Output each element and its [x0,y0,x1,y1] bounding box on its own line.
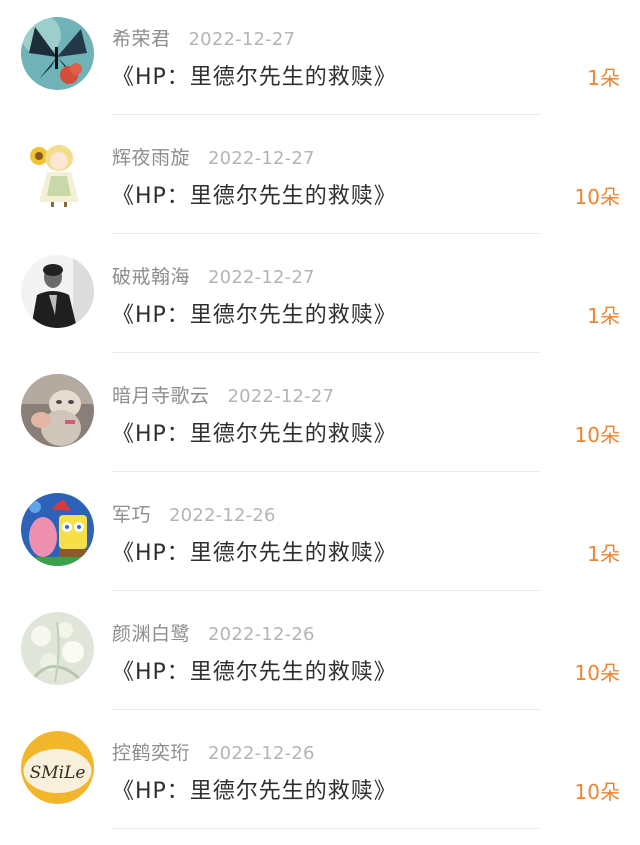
smile-avatar[interactable]: SMiLe [21,731,94,804]
anime-girl-avatar[interactable] [21,136,94,209]
book-title: 《HP：里德尔先生的救赎》 [112,303,397,328]
book-title: 《HP：里德尔先生的救赎》 [112,184,397,209]
cartoon-avatar[interactable] [21,493,94,566]
user-name: 颜渊白鹭 2022-12-26 [112,623,315,645]
gift-date: 2022-12-26 [169,505,276,526]
gift-amount: 10朵 [574,661,620,685]
list-item[interactable]: 颜渊白鹭 2022-12-26 《HP：里德尔先生的救赎》 10朵 [0,595,640,714]
smile-logo-text: SMiLe [30,763,86,783]
user-name: 控鹤奕珩 2022-12-26 [112,742,315,764]
divider [112,471,540,472]
gift-list: 希荣君 2022-12-27 《HP：里德尔先生的救赎》 1朵 辉夜雨旋 2022-… [0,0,640,845]
list-item[interactable]: SMiLe 控鹤奕珩 2022-12-26 《HP：里德尔先生的救赎》 10朵 [0,714,640,833]
book-title: 《HP：里德尔先生的救赎》 [112,65,397,90]
gift-date: 2022-12-27 [188,29,296,50]
gift-amount: 10朵 [574,185,620,209]
gift-date: 2022-12-27 [208,148,315,169]
divider [112,114,540,115]
gift-amount: 1朵 [587,304,620,328]
list-item[interactable]: 辉夜雨旋 2022-12-27 《HP：里德尔先生的救赎》 10朵 [0,119,640,238]
divider [112,352,540,353]
divider [112,709,540,710]
gift-date: 2022-12-27 [208,267,315,288]
book-title: 《HP：里德尔先生的救赎》 [112,422,397,447]
user-name: 辉夜雨旋 2022-12-27 [112,147,315,169]
man-portrait-avatar[interactable] [21,255,94,328]
divider [112,590,540,591]
list-item[interactable]: 军巧 2022-12-26 《HP：里德尔先生的救赎》 1朵 [0,476,640,595]
flowers-avatar[interactable] [21,612,94,685]
divider [112,233,540,234]
list-item[interactable]: 希荣君 2022-12-27 《HP：里德尔先生的救赎》 1朵 [0,0,640,119]
butterfly-avatar[interactable] [21,17,94,90]
book-title: 《HP：里德尔先生的救赎》 [112,660,397,685]
list-item[interactable]: 破戒翰海 2022-12-27 《HP：里德尔先生的救赎》 1朵 [0,238,640,357]
book-title: 《HP：里德尔先生的救赎》 [112,541,397,566]
list-item[interactable]: 暗月寺歌云 2022-12-27 《HP：里德尔先生的救赎》 10朵 [0,357,640,476]
gift-date: 2022-12-26 [208,624,315,645]
divider [112,828,540,829]
user-name: 暗月寺歌云 2022-12-27 [112,385,335,407]
cat-avatar[interactable] [21,374,94,447]
user-name: 破戒翰海 2022-12-27 [112,266,315,288]
gift-amount: 10朵 [574,780,620,804]
user-name: 希荣君 2022-12-27 [112,28,296,50]
user-name: 军巧 2022-12-26 [112,504,276,526]
gift-amount: 10朵 [574,423,620,447]
book-title: 《HP：里德尔先生的救赎》 [112,779,397,804]
gift-amount: 1朵 [587,66,620,90]
gift-amount: 1朵 [587,542,620,566]
gift-date: 2022-12-26 [208,743,315,764]
gift-date: 2022-12-27 [227,386,335,407]
